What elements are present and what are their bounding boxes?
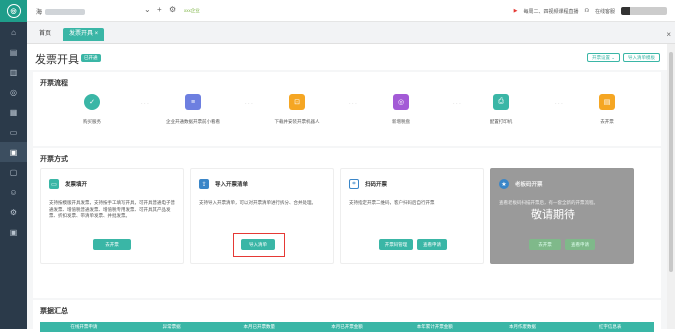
flow-section: 开票流程 ✓ 购买服务 · · · ≡ 企业开通数据开票前小看看 · · · ⊡ 下载… [33, 72, 661, 146]
tag-label: xxx企业 [184, 8, 200, 13]
page-header: 发票开具 已开通 开票设置 ⌄ 导入清单模板 [27, 44, 667, 70]
online-service[interactable]: 在线客服 [595, 8, 615, 15]
section-title: 开票流程 [40, 80, 68, 87]
disk-icon: ◎ [393, 94, 409, 110]
document-icon[interactable]: ▦ [0, 102, 27, 122]
qrcode-manage-button[interactable]: 开票码管理 [379, 239, 413, 250]
go-invoice-button[interactable]: 去开票 [93, 239, 131, 250]
flow-step: ✓ 购买服务 [52, 94, 132, 125]
tab-bar: 首页 发票开具 × [27, 22, 675, 44]
view-request-button[interactable]: 查看申请 [417, 239, 447, 250]
methods-section: 开票方式 ▭ 发票填开 支持按模版开具发票，支持按手工填写开具，可开具普通电子普… [33, 148, 661, 298]
boss-icon: ★ [499, 179, 509, 189]
home-icon[interactable]: ⌂ [0, 22, 27, 42]
stamp-icon[interactable]: ◎ [0, 82, 27, 102]
avatar[interactable] [621, 7, 667, 15]
add-icon[interactable]: + [157, 5, 162, 14]
tab-invoice[interactable]: 发票开具 × [63, 28, 105, 41]
page-title: 发票开具 [35, 54, 79, 66]
settings-icon[interactable]: ⚙ [0, 202, 27, 222]
monitor-icon[interactable]: ▣ [0, 222, 27, 242]
method-card: ⇪ 导入开票清单 支持导入开票清单，可以对开票清单进行拆分、合并处理。 导入清单 [190, 168, 334, 264]
summary-table-header: 在线开票申请 异常票据 本月已开票数量 本月已开票金额 本年累计开票金额 本月作废数据 红字… [40, 322, 654, 332]
import-icon: ⇪ [199, 179, 209, 189]
import-template-button[interactable]: 导入清单模板 [623, 53, 660, 62]
receipt-icon[interactable]: ▤ [0, 42, 27, 62]
coming-soon-label: 敬请期待 [531, 209, 575, 221]
check-icon: ✓ [84, 94, 100, 110]
screen-icon[interactable]: ▢ [0, 162, 27, 182]
arrow-icon: · · · [555, 101, 563, 107]
invoice-icon: ▤ [599, 94, 615, 110]
status-badge: 已开通 [81, 54, 101, 62]
section-title: 开票方式 [40, 156, 68, 163]
tab-home[interactable]: 首页 [33, 28, 57, 41]
video-icon[interactable]: ▶ [514, 8, 518, 14]
method-card: ▭ 发票填开 支持按模版开具发票，支持按手工填写开具，可开具普通电子普通发票、增… [40, 168, 184, 264]
form-icon: ▭ [49, 179, 59, 189]
top-bar: 海 ⌄ + ⚙ xxx企业 ▶ 每周二、四视频课程直播 ☊ 在线客服 [27, 0, 675, 22]
flow-step: ≡ 企业开通数据开票前小看看 [153, 94, 233, 125]
robot-icon: ⊡ [289, 94, 305, 110]
sidebar: ◎ ⌂ ▤ ▥ ◎ ▦ ▭ ▣ ▢ ☺ ⚙ ▣ [0, 0, 27, 329]
invoice-icon[interactable]: ▣ [0, 142, 27, 162]
highlight-box [233, 233, 285, 257]
arrow-icon: · · · [453, 101, 461, 107]
gear-icon[interactable]: ⚙ [169, 5, 176, 14]
go-invoice-button-disabled: 去开票 [529, 239, 561, 250]
settings-dropdown-button[interactable]: 开票设置 ⌄ [586, 53, 620, 62]
card-icon[interactable]: ▭ [0, 122, 27, 142]
arrow-icon: · · · [349, 101, 357, 107]
method-card: ★ 老板码开票 查看老板码扫描开票后，有一套全新的开票流程。 敬请期待 去开票 … [490, 168, 634, 264]
user-icon[interactable]: ☺ [0, 182, 27, 202]
help-text[interactable]: 每周二、四视频课程直播 [524, 8, 579, 15]
close-icon[interactable]: × [666, 30, 671, 39]
flow-step[interactable]: ▤ 去开票 [567, 94, 647, 125]
list-icon: ≡ [185, 94, 201, 110]
scan-icon: ⌗ [349, 179, 359, 189]
summary-section: 票据汇总 在线开票申请 异常票据 本月已开票数量 本月已开票金额 本年累计开票金额 本月作… [33, 300, 661, 332]
flow-step: ◎ 新增税盘 [361, 94, 441, 125]
chevron-down-icon[interactable]: ⌄ [144, 5, 151, 14]
app-logo[interactable]: ◎ [0, 0, 27, 22]
arrow-icon: · · · [141, 101, 149, 107]
main-content: 发票开具 已开通 开票设置 ⌄ 导入清单模板 开票流程 ✓ 购买服务 · · · … [27, 44, 667, 332]
printer-icon: ⎙ [493, 94, 509, 110]
section-title: 票据汇总 [40, 308, 68, 315]
flow-step: ⎙ 配置打印机 [461, 94, 541, 125]
flow-step: ⊡ 下载并安装开票机器人 [257, 94, 337, 125]
view-request-button-disabled: 查看申请 [565, 239, 595, 250]
chart-icon[interactable]: ▥ [0, 62, 27, 82]
service-icon: ☊ [584, 8, 589, 14]
arrow-icon: · · · [245, 101, 253, 107]
scrollbar[interactable] [667, 44, 675, 329]
method-card: ⌗ 扫码开票 支持指定开票二维码，客户扫码后自行开票 开票码管理 查看申请 [340, 168, 484, 264]
